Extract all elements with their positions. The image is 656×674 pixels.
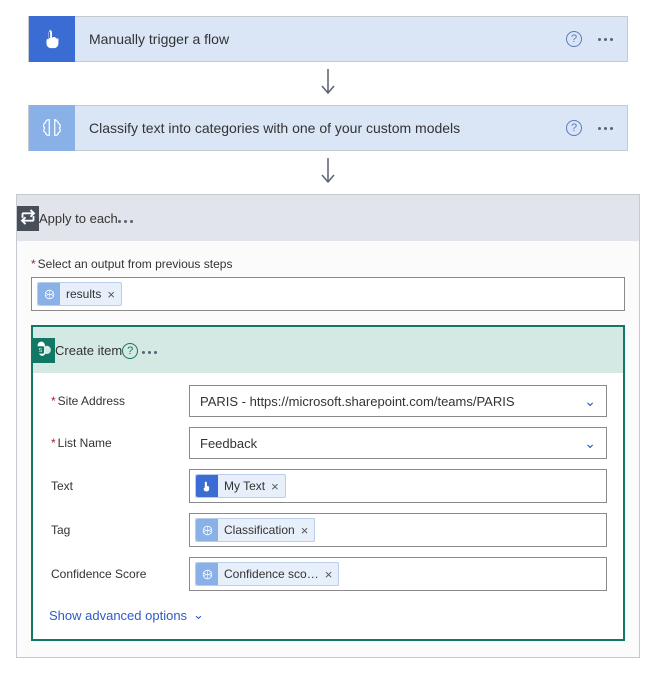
tag-label: Tag bbox=[49, 523, 189, 537]
ai-icon bbox=[38, 283, 60, 305]
token-label: Classification bbox=[224, 523, 295, 537]
more-menu-icon[interactable] bbox=[598, 38, 613, 41]
classification-token[interactable]: Classification × bbox=[195, 518, 315, 542]
advanced-label: Show advanced options bbox=[49, 608, 187, 623]
confidence-field[interactable]: Confidence sco… × bbox=[189, 557, 607, 591]
help-icon[interactable]: ? bbox=[566, 120, 582, 136]
site-address-label: Site Address bbox=[49, 394, 189, 408]
create-item-header[interactable]: S Create item ? bbox=[33, 327, 623, 373]
touch-icon bbox=[29, 16, 75, 62]
classify-step-card[interactable]: Classify text into categories with one o… bbox=[28, 105, 628, 151]
text-label: Text bbox=[49, 479, 189, 493]
create-item-title: Create item bbox=[55, 343, 122, 358]
remove-token-icon[interactable]: × bbox=[325, 568, 333, 581]
output-field[interactable]: results × bbox=[31, 277, 625, 311]
apply-title: Apply to each bbox=[39, 211, 118, 226]
chevron-down-icon: ⌄ bbox=[584, 393, 596, 410]
show-advanced-link[interactable]: Show advanced options ⌄ bbox=[49, 607, 204, 623]
confidence-token[interactable]: Confidence sco… × bbox=[195, 562, 339, 586]
svg-text:S: S bbox=[38, 347, 42, 353]
classify-step-title: Classify text into categories with one o… bbox=[75, 120, 566, 136]
help-icon[interactable]: ? bbox=[122, 343, 138, 359]
list-name-value: Feedback bbox=[200, 436, 257, 451]
chevron-down-icon: ⌄ bbox=[193, 607, 204, 623]
ai-icon bbox=[196, 563, 218, 585]
list-name-select[interactable]: Feedback ⌄ bbox=[189, 427, 607, 459]
text-field[interactable]: My Text × bbox=[189, 469, 607, 503]
mytext-token[interactable]: My Text × bbox=[195, 474, 286, 498]
remove-token-icon[interactable]: × bbox=[271, 480, 279, 493]
apply-header[interactable]: Apply to each bbox=[17, 195, 639, 241]
remove-token-icon[interactable]: × bbox=[107, 288, 115, 301]
loop-icon bbox=[17, 206, 39, 231]
more-menu-icon[interactable] bbox=[142, 351, 157, 354]
more-menu-icon[interactable] bbox=[598, 127, 613, 130]
confidence-label: Confidence Score bbox=[49, 567, 189, 581]
more-menu-icon[interactable] bbox=[118, 220, 133, 223]
trigger-step-title: Manually trigger a flow bbox=[75, 31, 566, 47]
ai-icon bbox=[196, 519, 218, 541]
token-label: My Text bbox=[224, 479, 265, 493]
remove-token-icon[interactable]: × bbox=[301, 524, 309, 537]
tag-field[interactable]: Classification × bbox=[189, 513, 607, 547]
trigger-step-card[interactable]: Manually trigger a flow ? bbox=[28, 16, 628, 62]
list-name-label: List Name bbox=[49, 436, 189, 450]
results-token[interactable]: results × bbox=[37, 282, 122, 306]
apply-to-each-panel: Apply to each Select an output from prev… bbox=[16, 194, 640, 658]
ai-brain-icon bbox=[29, 105, 75, 151]
sharepoint-icon: S bbox=[33, 338, 55, 363]
chevron-down-icon: ⌄ bbox=[584, 435, 596, 452]
output-label: Select an output from previous steps bbox=[31, 257, 625, 271]
arrow-down-icon bbox=[16, 157, 640, 188]
token-label: Confidence sco… bbox=[224, 567, 319, 581]
site-address-value: PARIS - https://microsoft.sharepoint.com… bbox=[200, 394, 515, 409]
token-label: results bbox=[66, 287, 101, 301]
touch-icon bbox=[196, 475, 218, 497]
site-address-select[interactable]: PARIS - https://microsoft.sharepoint.com… bbox=[189, 385, 607, 417]
create-item-card: S Create item ? Site Address PARIS - htt… bbox=[31, 325, 625, 641]
arrow-down-icon bbox=[16, 68, 640, 99]
help-icon[interactable]: ? bbox=[566, 31, 582, 47]
